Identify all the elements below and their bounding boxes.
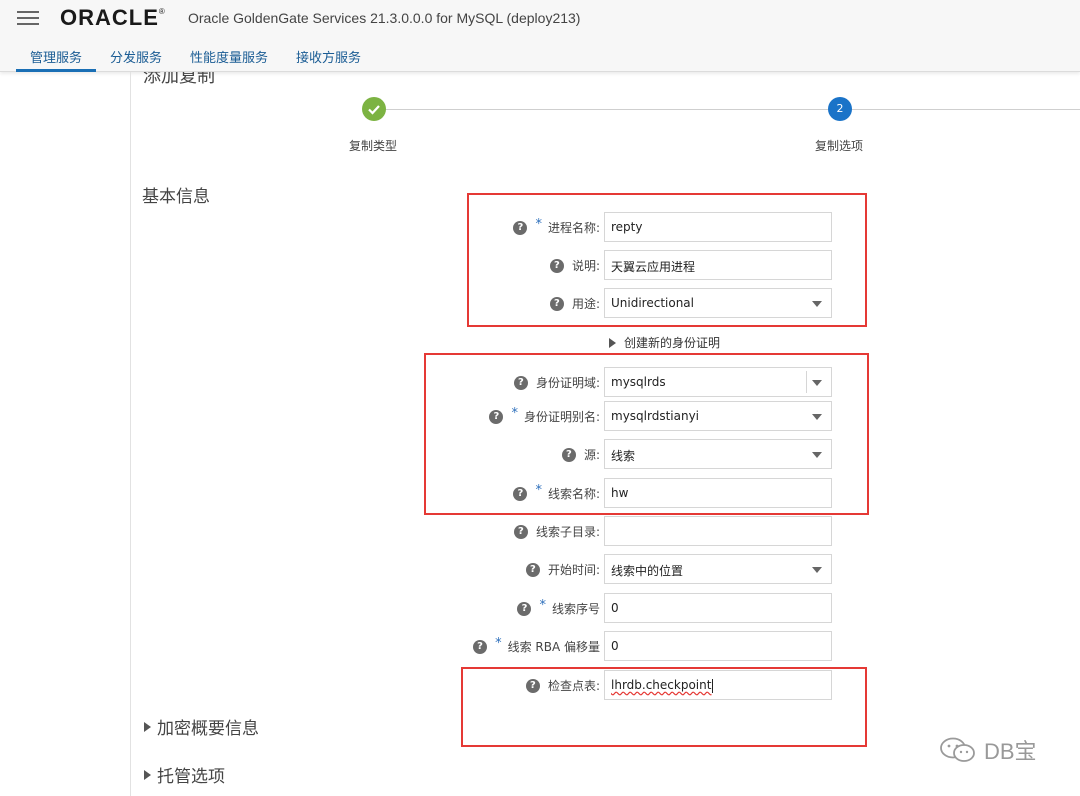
service-tabs: 管理服务 分发服务 性能度量服务 接收方服务 [16,40,375,72]
required-marker: * [539,598,546,613]
step-current-number[interactable]: 2 [828,97,852,121]
oracle-logo: ORACLE® [60,5,166,30]
row-trail-rba: ? * 线索 RBA 偏移量 0 [460,631,840,661]
watermark: DB宝 [938,734,1037,766]
app-header: ORACLE® Oracle GoldenGate Services 21.3.… [0,0,1080,72]
step-label-replicat-options: 复制选项 [815,139,864,153]
tab-performance-metrics-service[interactable]: 性能度量服务 [176,40,282,72]
expand-triangle-icon [144,769,151,780]
trail-subdir-input[interactable] [604,516,832,546]
create-credential-expander[interactable]: 创建新的身份证明 [609,334,720,351]
trail-rba-input[interactable]: 0 [604,631,832,661]
expand-triangle-icon [144,721,151,732]
sidebar-divider [130,72,131,796]
required-marker: * [495,636,502,651]
annotation-box [424,353,869,515]
step-done-check-icon[interactable] [362,97,386,121]
section-basic-info: 基本信息 [142,187,210,207]
row-start-time: ? 开始时间: 线索中的位置 [460,554,840,584]
tab-admin-service[interactable]: 管理服务 [16,40,97,72]
stepper-track [374,109,1080,110]
start-time-select[interactable]: 线索中的位置 [604,554,832,584]
tab-distribution-service[interactable]: 分发服务 [96,40,176,72]
help-icon[interactable]: ? [473,639,488,654]
hamburger-menu-icon[interactable] [17,11,39,25]
managed-options-expander[interactable]: 托管选项 [144,762,225,787]
row-trail-seq: ? * 线索序号 0 [460,593,840,623]
help-icon[interactable]: ? [525,562,540,577]
annotation-box [467,193,867,327]
help-icon[interactable]: ? [517,601,532,616]
app-title: Oracle GoldenGate Services 21.3.0.0.0 fo… [188,10,581,26]
trail-seq-input[interactable]: 0 [604,593,832,623]
expand-triangle-icon [609,337,616,348]
help-icon[interactable]: ? [513,524,528,539]
row-trail-subdir: ? 线索子目录: [460,516,840,546]
wechat-icon [940,737,975,762]
step-label-replicat-type: 复制类型 [349,139,398,153]
tab-receiver-service[interactable]: 接收方服务 [282,40,375,72]
encryption-profile-expander[interactable]: 加密概要信息 [144,714,259,739]
annotation-box [461,667,867,747]
